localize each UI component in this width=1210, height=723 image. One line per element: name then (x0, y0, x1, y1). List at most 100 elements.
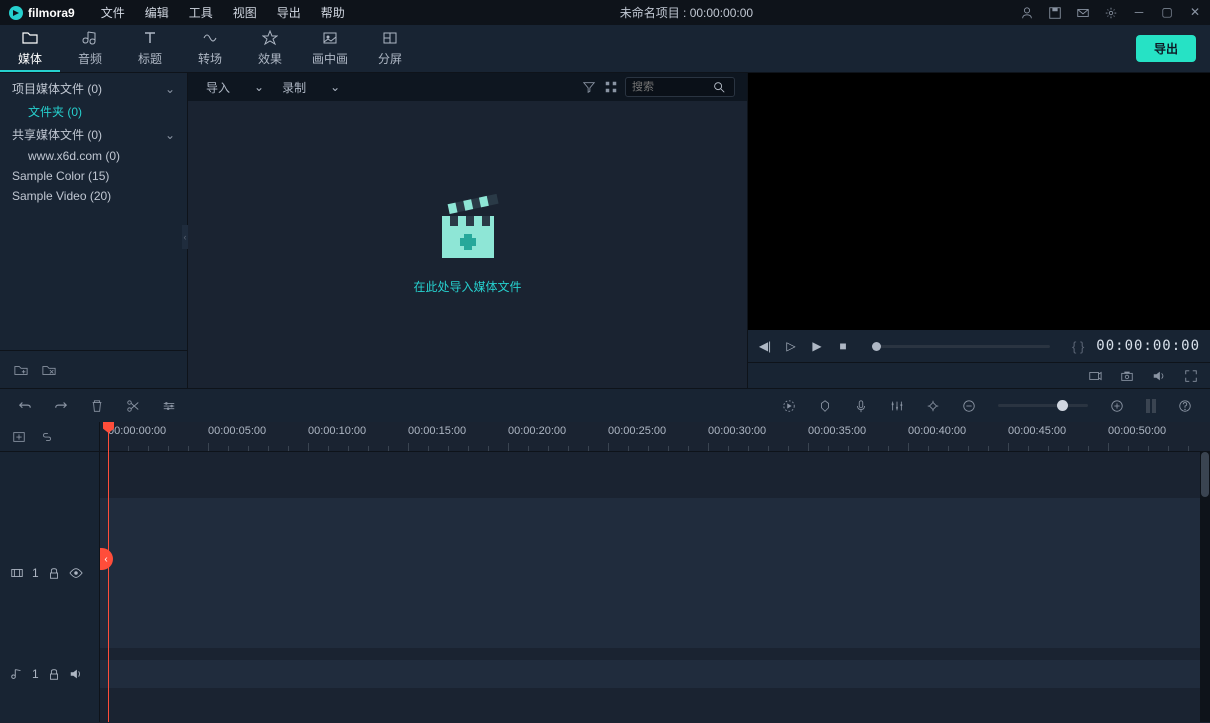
new-folder-icon[interactable] (14, 362, 28, 377)
menu-file[interactable]: 文件 (93, 2, 133, 23)
tree-shared-media[interactable]: 共享媒体文件 (0)⌄ (0, 123, 187, 146)
speaker-icon[interactable] (69, 667, 83, 681)
zoom-in-button[interactable] (1110, 398, 1124, 413)
mark-range-icon[interactable]: { } (1072, 339, 1084, 354)
tab-pip-label: 画中画 (312, 50, 348, 67)
fullscreen-icon[interactable] (1184, 368, 1198, 383)
export-button[interactable]: 导出 (1136, 35, 1196, 62)
timeline-body[interactable]: 00:00:00:0000:00:05:0000:00:10:0000:00:1… (100, 422, 1210, 722)
filter-icon[interactable] (581, 80, 597, 95)
help-icon[interactable] (1178, 398, 1192, 413)
timeline-ruler[interactable]: 00:00:00:0000:00:05:0000:00:10:0000:00:1… (100, 422, 1210, 452)
tree-sample-video[interactable]: Sample Video (20) (0, 186, 187, 206)
snapshot-icon[interactable] (1120, 368, 1134, 383)
play-button[interactable]: ▷ (784, 339, 798, 353)
zoom-fit-icon[interactable] (1146, 399, 1156, 413)
add-track-icon[interactable] (12, 429, 26, 444)
quality-icon[interactable] (1088, 368, 1102, 383)
zoom-out-button[interactable] (962, 398, 976, 413)
ruler-label: 00:00:35:00 (808, 425, 866, 437)
edit-button[interactable] (162, 398, 176, 413)
redo-button[interactable] (54, 398, 68, 413)
titlebar-actions: ─ ▢ ✕ (1020, 5, 1202, 20)
audio-track-lane[interactable] (100, 660, 1200, 688)
search-icon[interactable] (712, 80, 726, 95)
preview-viewport[interactable] (748, 73, 1210, 330)
stop-button[interactable]: ■ (836, 339, 850, 353)
chevron-down-icon: ⌄ (254, 80, 264, 94)
play-forward-button[interactable]: ▶ (810, 339, 824, 353)
mail-icon[interactable] (1076, 5, 1090, 20)
split-button[interactable] (126, 398, 140, 413)
tab-effects[interactable]: 效果 (240, 25, 300, 72)
menu-view[interactable]: 视图 (225, 2, 265, 23)
maximize-button[interactable]: ▢ (1160, 5, 1174, 19)
tree-project-media[interactable]: 项目媒体文件 (0)⌄ (0, 77, 187, 100)
timeline-vscroll[interactable] (1200, 452, 1210, 722)
delete-folder-icon[interactable] (42, 362, 56, 377)
grid-view-icon[interactable] (603, 80, 619, 95)
tab-split-label: 分屏 (378, 50, 402, 67)
undo-button[interactable] (18, 398, 32, 413)
tab-title-label: 标题 (138, 50, 162, 67)
crop-icon[interactable] (926, 398, 940, 413)
tab-title[interactable]: 标题 (120, 25, 180, 72)
settings-icon[interactable] (1104, 5, 1118, 20)
link-icon[interactable] (40, 429, 54, 444)
voiceover-icon[interactable] (854, 398, 868, 413)
clapperboard-icon (428, 194, 508, 264)
tab-audio[interactable]: 音频 (60, 25, 120, 72)
ruler-label: 00:00:25:00 (608, 425, 666, 437)
tree-folder[interactable]: 文件夹 (0) (0, 100, 187, 123)
tree-www[interactable]: www.x6d.com (0) (0, 146, 187, 166)
ruler-label: 00:00:05:00 (208, 425, 266, 437)
lock-icon[interactable] (47, 566, 61, 580)
tree-sample-color[interactable]: Sample Color (15) (0, 166, 187, 186)
menu-edit[interactable]: 编辑 (137, 2, 177, 23)
timeline: 1 1 00:00:00:0000:00:05:0000:00:10:0000:… (0, 422, 1210, 722)
video-track-number: 1 (32, 566, 39, 580)
timeline-track-headers: 1 1 (0, 422, 100, 722)
tab-audio-label: 音频 (78, 50, 102, 67)
zoom-slider[interactable] (998, 404, 1088, 407)
import-dropdown[interactable]: 导入⌄ (200, 77, 270, 98)
audio-mixer-icon[interactable] (890, 398, 904, 413)
sidebar-collapse-handle[interactable]: ‹ (182, 225, 188, 249)
prev-frame-button[interactable]: ◀| (758, 339, 772, 353)
menu-tools[interactable]: 工具 (181, 2, 221, 23)
eye-icon[interactable] (69, 566, 83, 580)
main-menu: 文件 编辑 工具 视图 导出 帮助 (93, 2, 353, 23)
tab-transition[interactable]: 转场 (180, 25, 240, 72)
close-button[interactable]: ✕ (1188, 5, 1202, 19)
project-title: 未命名项目 : 00:00:00:00 (353, 4, 1020, 21)
audio-track-number: 1 (32, 667, 39, 681)
marker-icon[interactable] (818, 398, 832, 413)
preview-scrubber[interactable] (872, 345, 1050, 348)
volume-icon[interactable] (1152, 368, 1166, 383)
search-box[interactable] (625, 77, 735, 97)
preview-footer (748, 362, 1210, 388)
menu-export[interactable]: 导出 (269, 2, 309, 23)
tab-split[interactable]: 分屏 (360, 25, 420, 72)
media-tree: 项目媒体文件 (0)⌄ 文件夹 (0) 共享媒体文件 (0)⌄ www.x6d.… (0, 73, 187, 350)
app-logo: filmora9 (8, 5, 75, 21)
playhead[interactable] (108, 422, 109, 722)
ruler-label: 00:00:40:00 (908, 425, 966, 437)
search-input[interactable] (632, 81, 712, 93)
delete-button[interactable] (90, 398, 104, 413)
media-drop-zone[interactable]: 在此处导入媒体文件 (188, 101, 747, 388)
menu-help[interactable]: 帮助 (313, 2, 353, 23)
ruler-label: 00:00:00:00 (108, 425, 166, 437)
account-icon[interactable] (1020, 5, 1034, 20)
save-icon[interactable] (1048, 5, 1062, 20)
audio-track-header[interactable]: 1 (0, 660, 99, 688)
tab-pip[interactable]: 画中画 (300, 25, 360, 72)
tab-media[interactable]: 媒体 (0, 25, 60, 72)
lock-icon[interactable] (47, 667, 61, 681)
record-dropdown[interactable]: 录制⌄ (276, 77, 346, 98)
scrollbar-thumb[interactable] (1201, 452, 1209, 497)
video-track-header[interactable]: 1 (0, 498, 99, 648)
video-track-lane[interactable] (100, 498, 1200, 648)
minimize-button[interactable]: ─ (1132, 5, 1146, 19)
render-icon[interactable] (782, 398, 796, 413)
